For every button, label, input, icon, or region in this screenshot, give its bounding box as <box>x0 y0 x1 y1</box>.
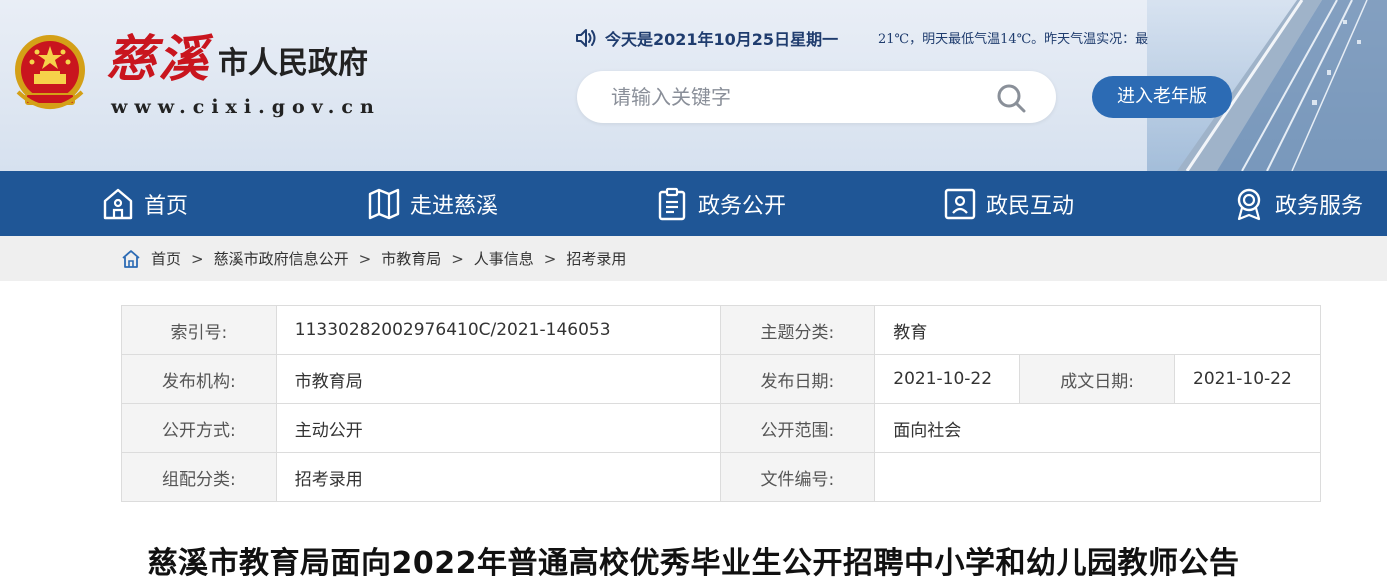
index-number-label: 索引号: <box>121 305 277 355</box>
document-date-label: 成文日期: <box>1019 354 1175 404</box>
document-number-value <box>874 452 1321 502</box>
logo-cixi-text: 慈溪 <box>106 29 210 88</box>
breadcrumb-separator: > <box>543 249 557 268</box>
nav-item-label: 首页 <box>144 193 189 219</box>
table-row: 公开方式: 主动公开 公开范围: 面向社会 <box>121 403 1321 453</box>
document-number-label: 文件编号: <box>719 452 876 502</box>
document-date-value: 2021-10-22 <box>1174 354 1321 404</box>
topic-label: 主题分类: <box>719 305 876 355</box>
category-value: 招考录用 <box>275 452 721 502</box>
nav-item-label: 政民互动 <box>986 193 1075 219</box>
breadcrumb-education-bureau[interactable]: 市教育局 <box>381 248 441 269</box>
nav-item-interaction[interactable]: 政民互动 <box>944 171 1074 236</box>
nav-item-gov-affairs-open[interactable]: 政务公开 <box>656 171 786 236</box>
index-number-value: 11330282002976410C/2021-146053 <box>275 305 721 355</box>
user-card-icon <box>944 188 976 219</box>
disclosure-scope-label: 公开范围: <box>719 403 876 453</box>
publish-date-label: 发布日期: <box>719 354 876 404</box>
site-logo-title[interactable]: 慈溪 市人民政府 <box>106 34 368 84</box>
elder-mode-button[interactable]: 进入老年版 <box>1092 76 1232 118</box>
nav-item-gov-services[interactable]: 政务服务 <box>1233 171 1363 236</box>
nav-item-about-cixi[interactable]: 走进慈溪 <box>368 171 498 236</box>
publish-date-value: 2021-10-22 <box>874 354 1021 404</box>
breadcrumb-separator: > <box>358 249 372 268</box>
disclosure-mode-label: 公开方式: <box>121 403 277 453</box>
table-row: 发布机构: 市教育局 发布日期: 2021-10-22 成文日期: 2021-1… <box>121 354 1321 404</box>
logo-government-text: 市人民政府 <box>218 46 368 81</box>
breadcrumb-recruitment[interactable]: 招考录用 <box>566 248 626 269</box>
table-row: 组配分类: 招考录用 文件编号: <box>121 452 1321 502</box>
nav-item-label: 走进慈溪 <box>410 193 499 219</box>
badge-icon <box>1237 188 1261 220</box>
nav-item-label: 政务公开 <box>698 193 787 219</box>
nav-item-label: 政务服务 <box>1275 193 1364 219</box>
weather-text: 21℃，明天最低气温14℃。昨天气温实况：最 <box>878 32 1149 47</box>
category-label: 组配分类: <box>121 452 277 502</box>
map-icon <box>368 188 400 219</box>
breadcrumb-home[interactable]: 首页 <box>151 248 181 269</box>
national-emblem-logo <box>15 35 85 109</box>
topic-value: 教育 <box>874 305 1321 355</box>
search-icon[interactable] <box>996 83 1026 113</box>
table-row: 索引号: 11330282002976410C/2021-146053 主题分类… <box>121 305 1321 355</box>
publisher-label: 发布机构: <box>121 354 277 404</box>
speaker-icon[interactable] <box>575 28 599 48</box>
clipboard-icon <box>658 187 686 220</box>
breadcrumb-separator: > <box>451 249 464 268</box>
home-icon <box>103 188 133 219</box>
date-display: 今天是2021年10月25日星期一 <box>575 26 838 50</box>
disclosure-mode-value: 主动公开 <box>275 403 721 453</box>
logo-url-text: www.cixi.gov.cn <box>111 96 381 118</box>
breadcrumb-bar: 首页 > 慈溪市政府信息公开 > 市教育局 > 人事信息 > 招考录用 <box>0 236 1387 281</box>
search-bar <box>577 71 1056 123</box>
weather-ticker: 21℃，明天最低气温14℃。昨天气温实况：最 <box>878 28 1170 48</box>
nav-item-home[interactable]: 首页 <box>102 171 188 236</box>
document-info-table: 索引号: 11330282002976410C/2021-146053 主题分类… <box>121 305 1321 502</box>
site-header: 慈溪 市人民政府 www.cixi.gov.cn 今天是2021年10月25日星… <box>0 0 1387 171</box>
breadcrumb-personnel-info[interactable]: 人事信息 <box>474 248 534 269</box>
publisher-value: 市教育局 <box>275 354 721 404</box>
disclosure-scope-value: 面向社会 <box>874 403 1321 453</box>
main-nav: 首页 走进慈溪 政务公开 政民互动 政务服务 <box>0 171 1387 236</box>
article-title: 慈溪市教育局面向2022年普通高校优秀毕业生公开招聘中小学和幼儿园教师公告 <box>147 546 1240 581</box>
breadcrumb: 首页 > 慈溪市政府信息公开 > 市教育局 > 人事信息 > 招考录用 <box>121 236 626 281</box>
search-input[interactable] <box>611 81 981 113</box>
date-text: 今天是2021年10月25日星期一 <box>605 30 839 49</box>
home-icon[interactable] <box>121 249 141 269</box>
breadcrumb-separator: > <box>191 249 204 268</box>
breadcrumb-gov-info-open[interactable]: 慈溪市政府信息公开 <box>214 248 349 269</box>
